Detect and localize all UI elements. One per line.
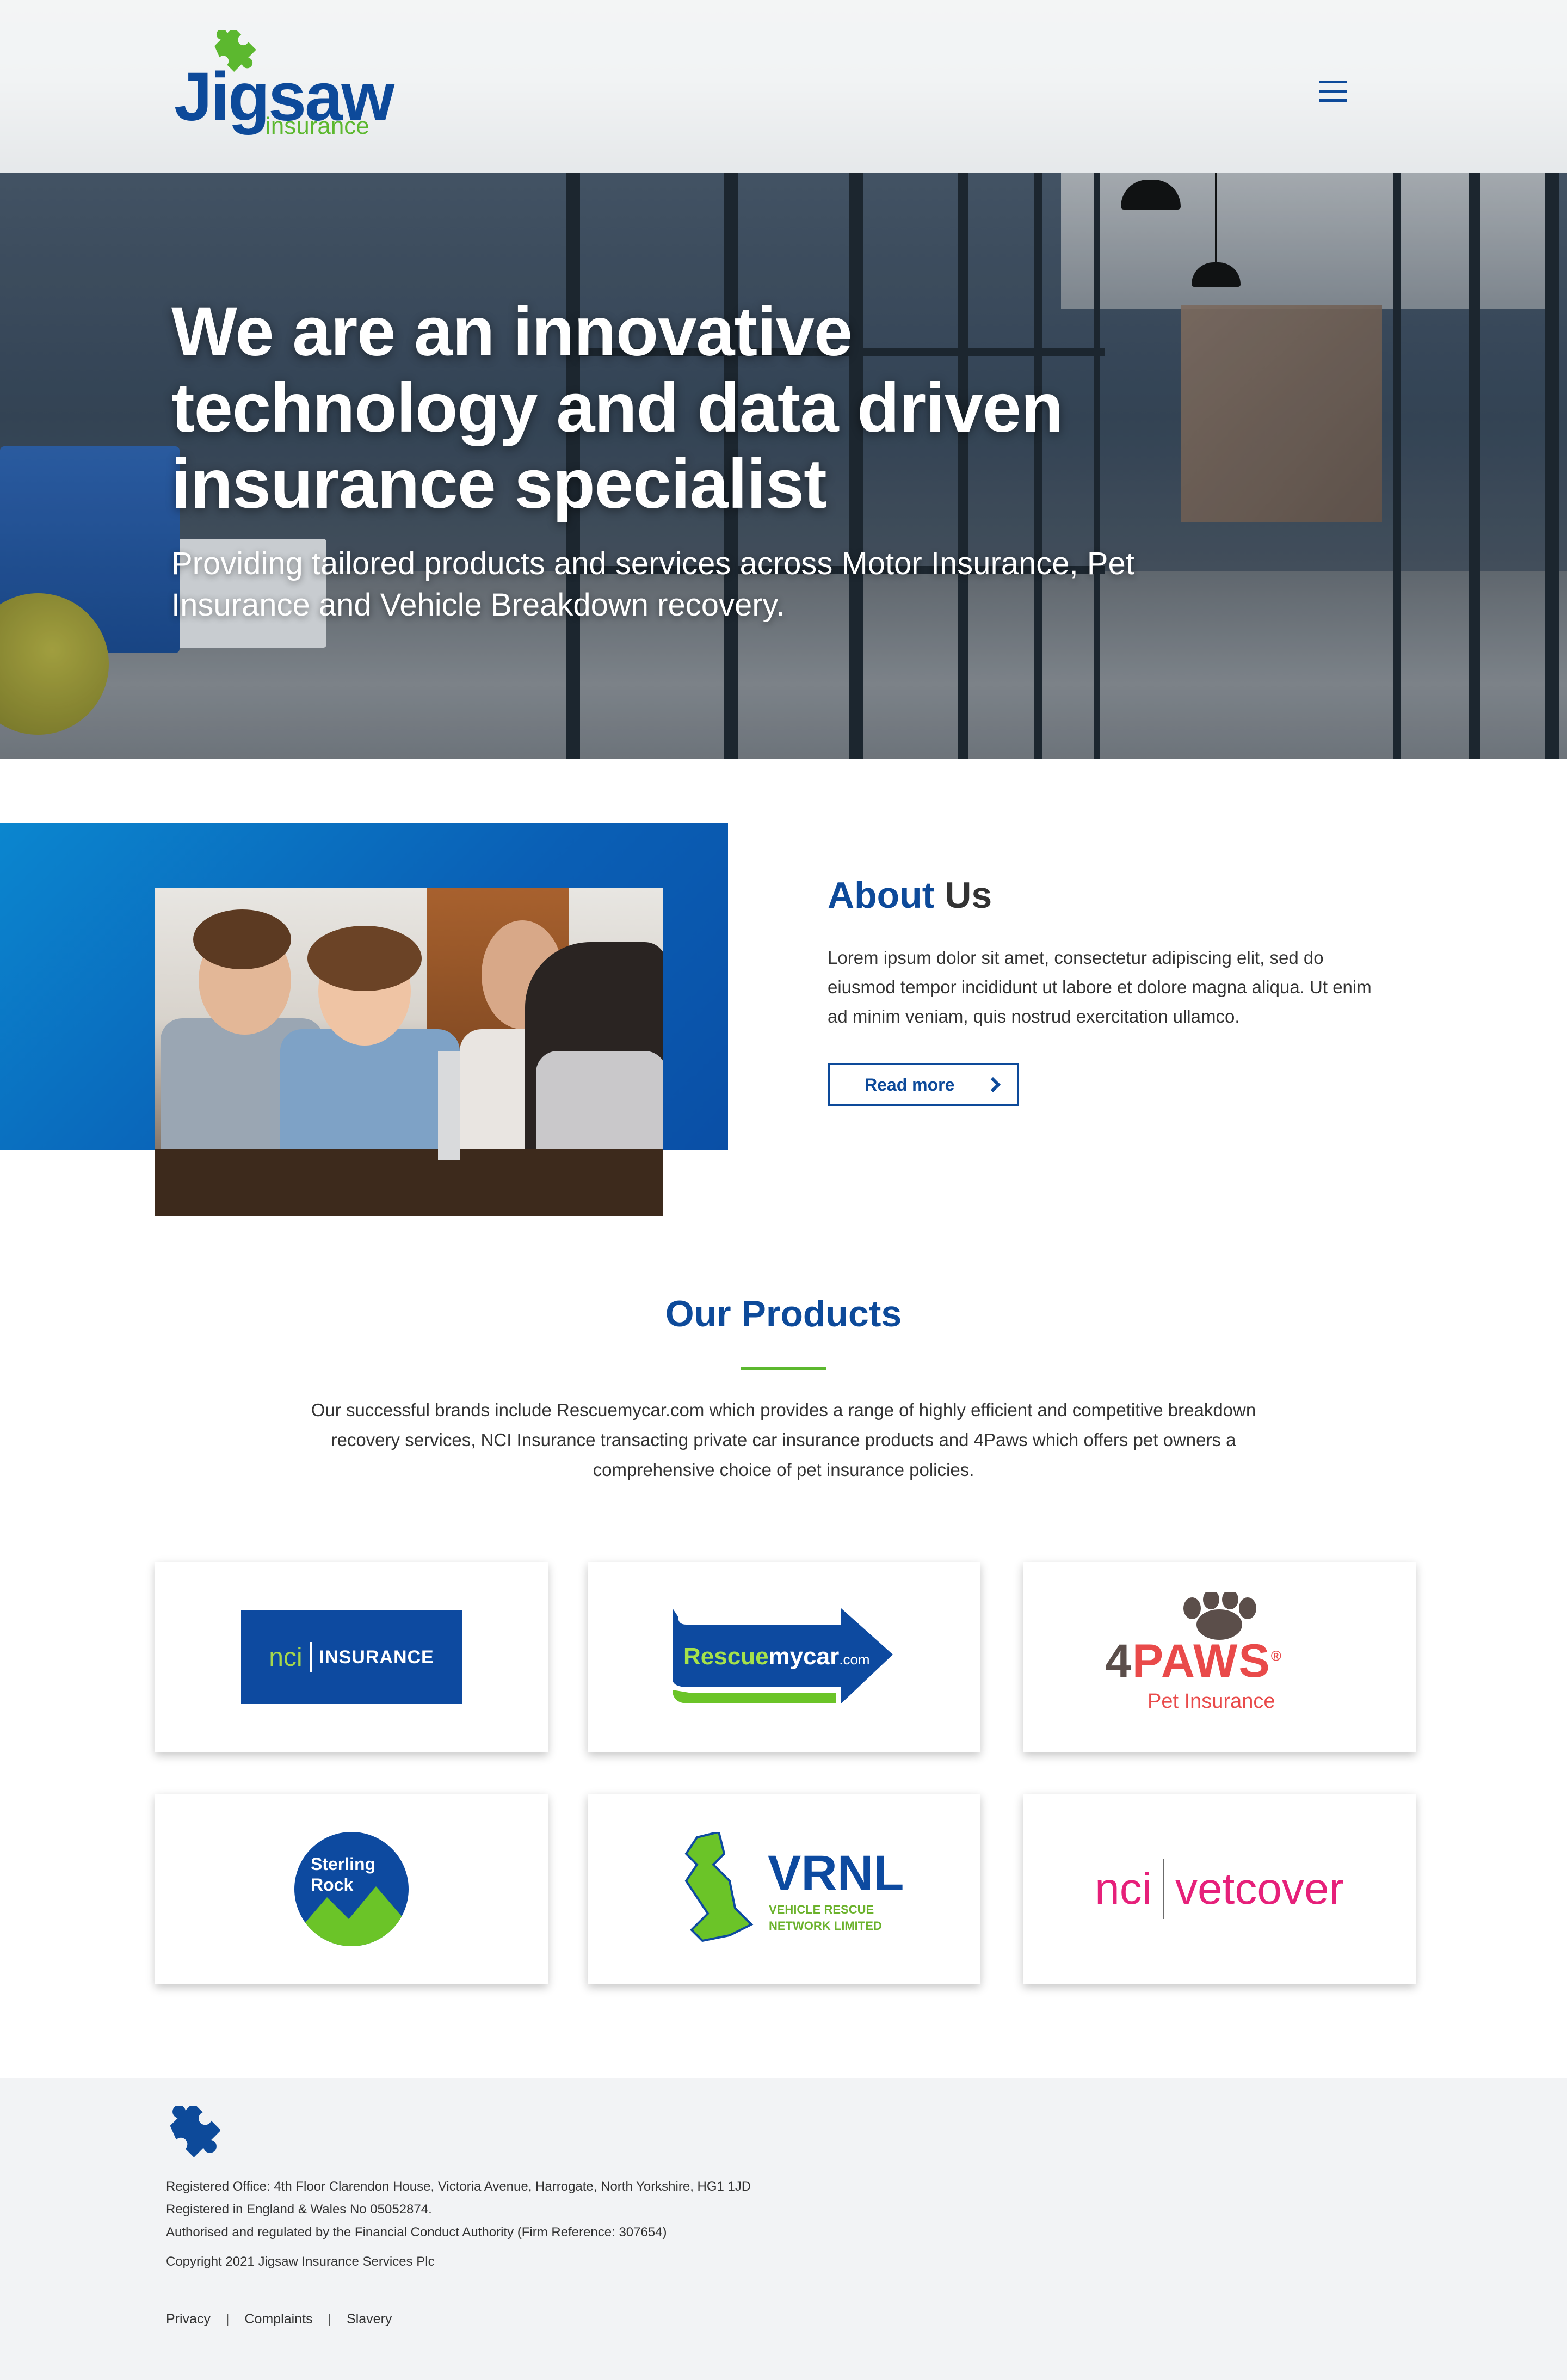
4paws-logo: 4PAWS® Pet Insurance [1105,1592,1334,1723]
product-card-sterling-rock[interactable]: Sterling Rock [155,1794,548,1984]
sterling-rock-text: Sterling Rock [311,1854,375,1895]
product-card-vrnl[interactable]: VRNL VEHICLE RESCUE NETWORK LIMITED [588,1794,980,1984]
sterling-line2: Rock [311,1875,354,1895]
photo-laptop [438,1051,460,1160]
photo-person-hair [193,909,291,969]
footer-link-privacy[interactable]: Privacy [166,2311,211,2327]
nci-text: INSURANCE [319,1646,434,1668]
rescuemycar-part3: .com [839,1651,870,1668]
rescuemycar-wordmark: Rescuemycar.com [683,1643,870,1670]
vrnl-wordmark: VRNL [768,1846,904,1901]
footer-link-complaints[interactable]: Complaints [244,2311,312,2327]
product-card-4paws[interactable]: 4PAWS® Pet Insurance [1023,1562,1416,1752]
paw-print-icon [1183,1592,1256,1640]
registered-mark: ® [1270,1647,1282,1664]
product-card-nci-insurance[interactable]: nci INSURANCE [155,1562,548,1752]
product-card-nci-vetcover[interactable]: nci v etcover [1023,1794,1416,1984]
4paws-word: PAWS [1132,1635,1271,1687]
rescuemycar-part1: Rescue [683,1643,769,1670]
footer-registration: Registered in England & Wales No 0505287… [166,2202,432,2217]
footer-regulation: Authorised and regulated by the Financia… [166,2225,667,2240]
puzzle-piece-icon [170,2106,220,2157]
photo-person-hair [307,926,422,991]
about-section: About Us Lorem ipsum dolor sit amet, con… [828,874,1426,1106]
4paws-sub: Pet Insurance [1148,1690,1275,1713]
logo-divider [1162,1859,1164,1919]
read-more-button[interactable]: Read more [828,1063,1019,1106]
nci-vetcover-logo: nci v etcover [1095,1859,1344,1919]
photo-table [155,1149,663,1216]
site-header: Jigsaw insurance [0,0,1567,173]
sterling-rock-logo: Sterling Rock [294,1832,409,1946]
hero-text: We are an innovative technology and data… [171,294,1205,626]
footer-copyright: Copyright 2021 Jigsaw Insurance Services… [166,2254,435,2269]
footer-links: Privacy | Complaints | Slavery [166,2311,392,2327]
products-title: Our Products [665,1293,902,1334]
vrnl-line2: NETWORK LIMITED [769,1919,882,1933]
about-title-rest: Us [934,875,992,916]
footer-link-separator: | [225,2311,230,2327]
vetcover-v: v [1175,1864,1198,1914]
vetcover-nci: nci [1095,1864,1152,1914]
nci-mark: nci [269,1643,303,1672]
nci-insurance-logo: nci INSURANCE [241,1610,462,1704]
chevron-right-icon [985,1077,1001,1093]
footer-link-separator: | [328,2311,332,2327]
hero-subtitle: Providing tailored products and services… [171,546,1134,623]
product-card-rescuemycar[interactable]: Rescuemycar.com [588,1562,980,1752]
rescuemycar-logo: Rescuemycar.com [673,1608,896,1706]
hero-title: We are an innovative technology and data… [171,293,1063,523]
about-title-highlight: About [828,875,935,916]
footer-address: Registered Office: 4th Floor Clarendon H… [166,2179,751,2194]
read-more-label: Read more [865,1074,955,1094]
products-body: Our successful brands include Rescuemyca… [311,1400,1256,1480]
vrnl-line1: VEHICLE RESCUE [769,1903,874,1916]
uk-map-icon [684,1832,754,1942]
sterling-line1: Sterling [311,1854,376,1874]
about-photo [155,888,663,1216]
about-title: About Us [828,874,1426,917]
logo-subtext: insurance [266,113,369,139]
hamburger-menu-icon[interactable] [1319,81,1347,102]
site-logo[interactable]: Jigsaw insurance [174,30,403,144]
about-body: Lorem ipsum dolor sit amet, consectetur … [828,948,1372,1026]
4paws-wordmark: 4PAWS® [1105,1634,1282,1688]
footer-link-slavery[interactable]: Slavery [347,2311,392,2327]
products-title-underline [741,1367,826,1370]
vrnl-logo: VRNL VEHICLE RESCUE NETWORK LIMITED [675,1826,904,1952]
rescuemycar-part2: mycar [768,1643,840,1670]
4paws-four: 4 [1105,1635,1132,1687]
vrnl-tagline: VEHICLE RESCUE NETWORK LIMITED [769,1902,882,1934]
logo-divider [310,1642,312,1672]
vetcover-rest: etcover [1197,1864,1344,1914]
